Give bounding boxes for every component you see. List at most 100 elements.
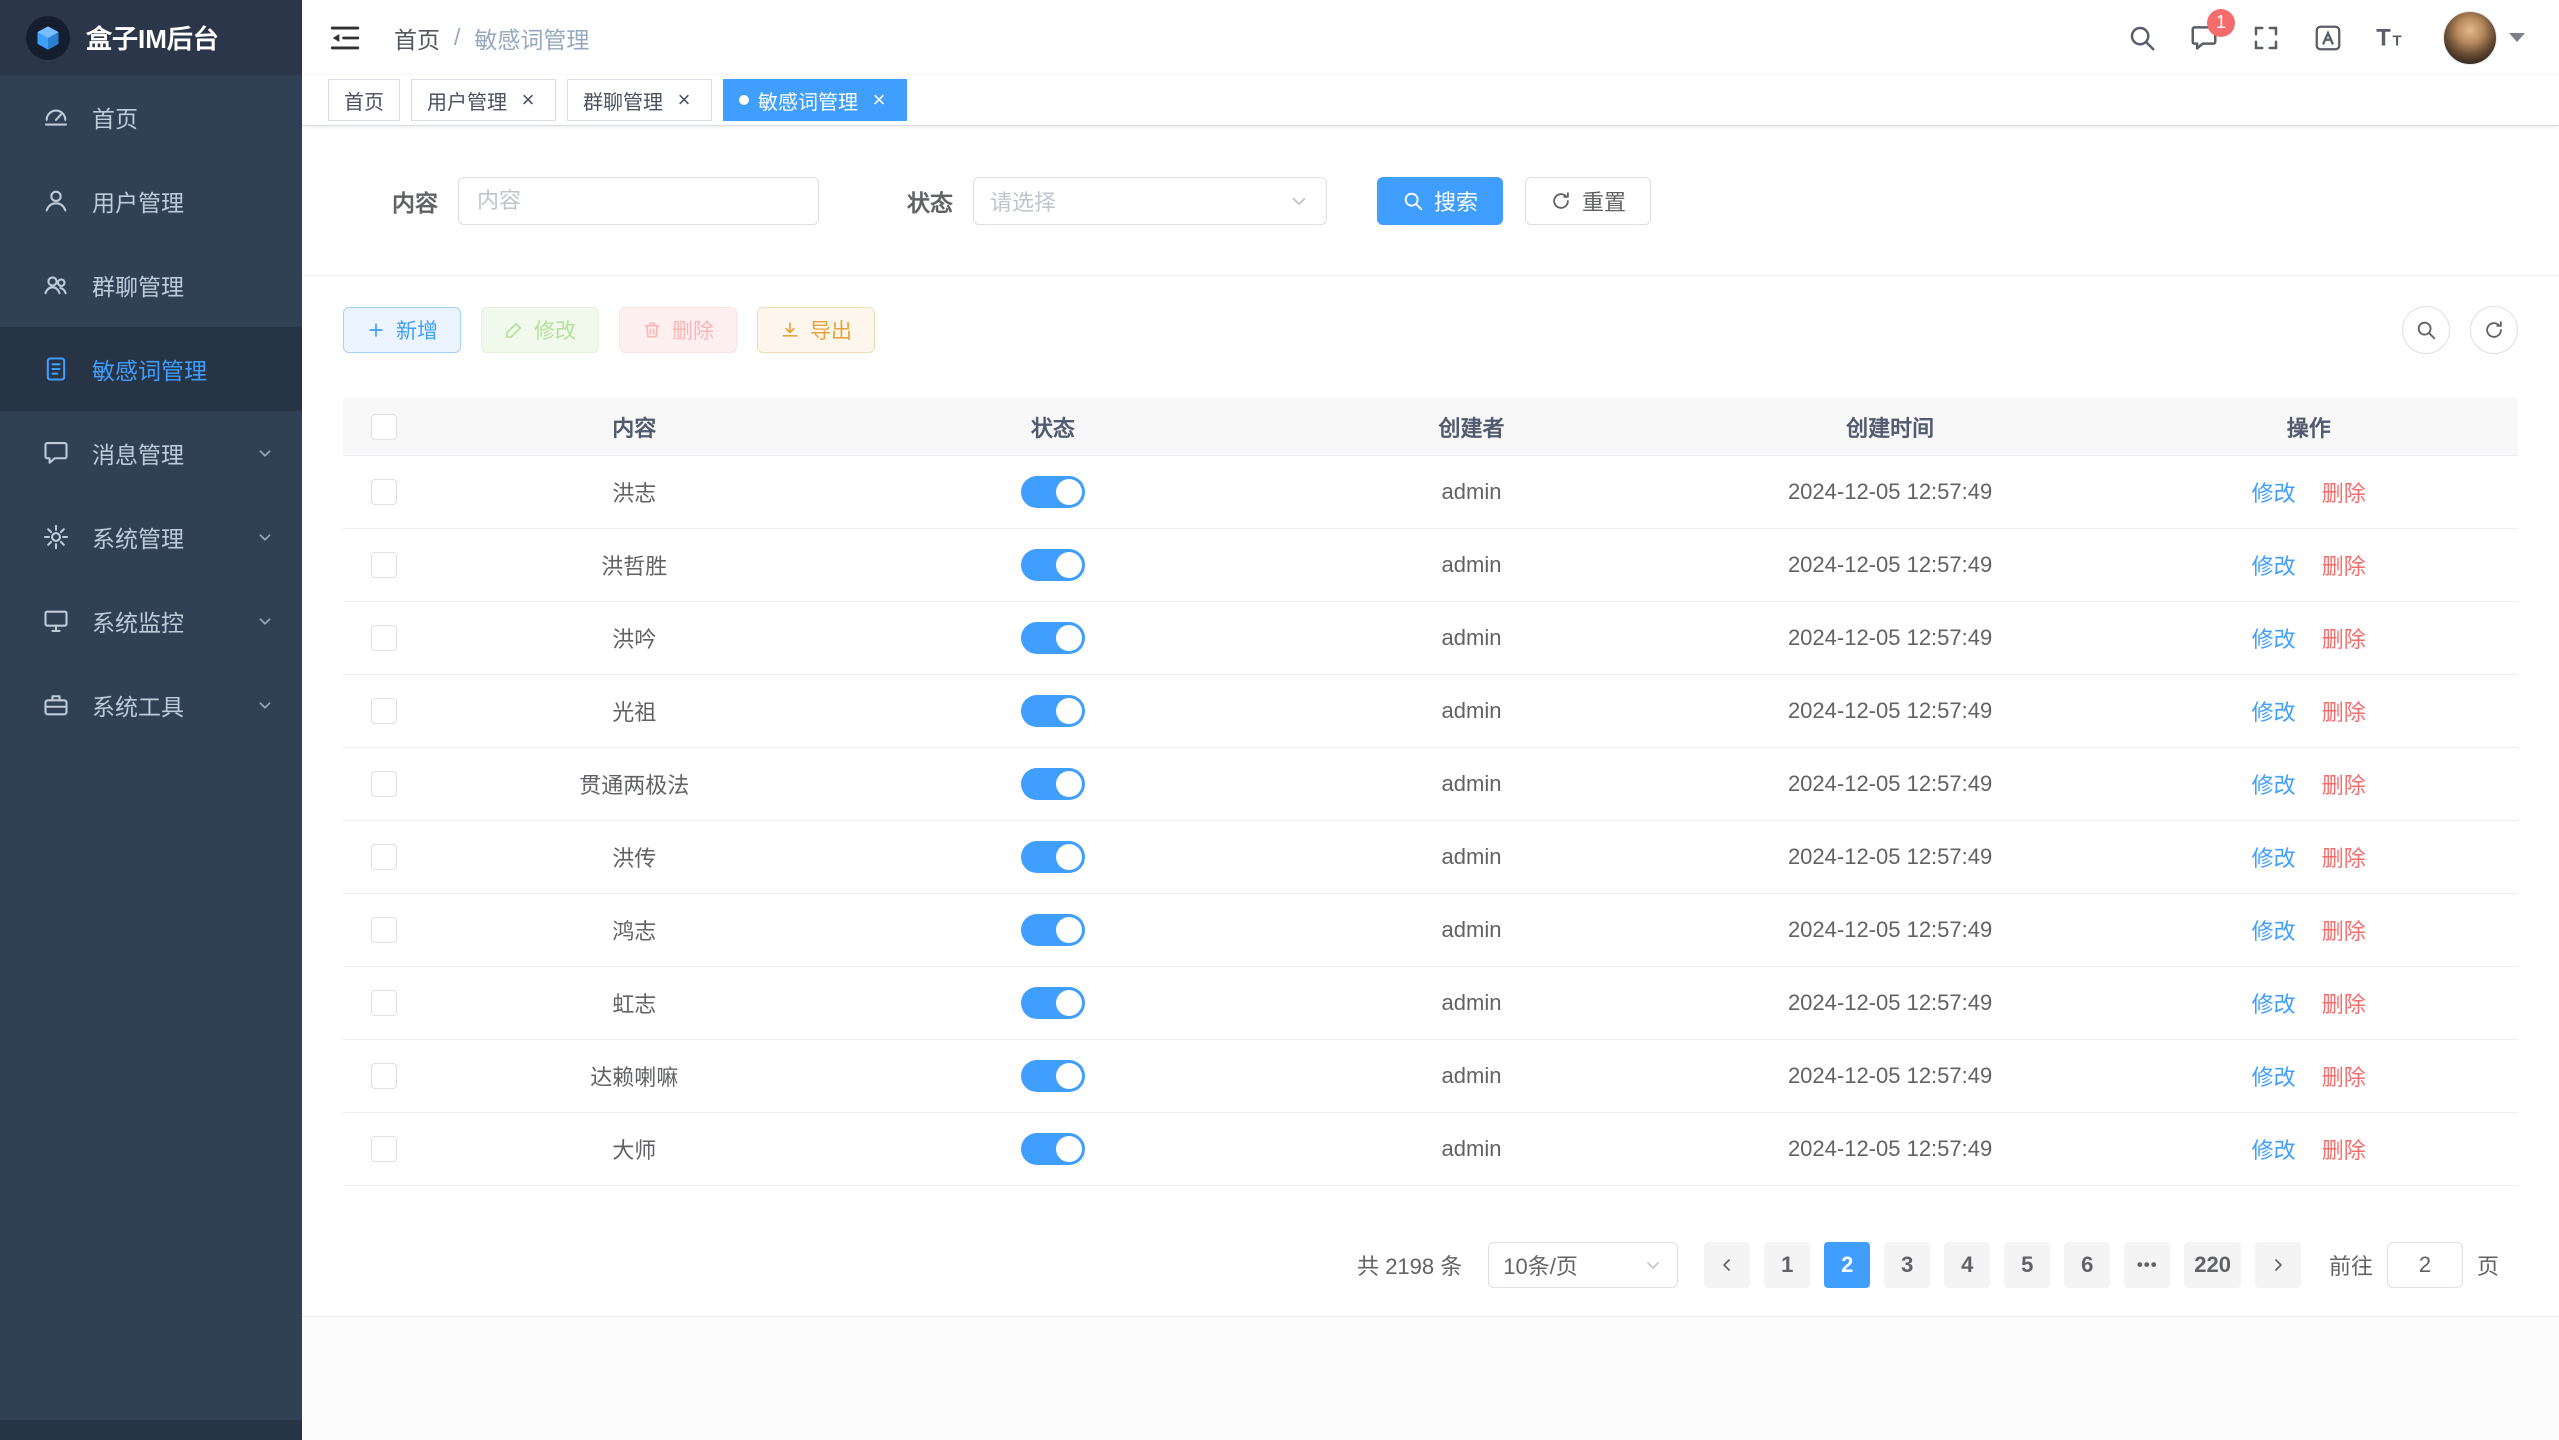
delete-button[interactable]: 删除 [619,307,737,353]
status-toggle[interactable] [1021,622,1085,654]
row-edit-link[interactable]: 修改 [2252,695,2296,727]
tab-sensitive-words[interactable]: 敏感词管理× [723,79,907,121]
status-toggle[interactable] [1021,914,1085,946]
status-toggle[interactable] [1021,476,1085,508]
row-edit-link[interactable]: 修改 [2252,476,2296,508]
goto-suffix: 页 [2477,1249,2499,1281]
sidebar-item-group-mgmt[interactable]: 群聊管理 [0,243,302,327]
app-logo: 盒子IM后台 [0,0,302,75]
status-toggle[interactable] [1021,768,1085,800]
avatar[interactable] [2443,11,2497,65]
row-edit-link[interactable]: 修改 [2252,987,2296,1019]
sidebar-collapse-icon[interactable] [328,21,362,55]
chevron-down-icon [254,526,276,548]
pager-prev-button[interactable] [1704,1242,1750,1288]
sidebar-item-sensitive-words[interactable]: 敏感词管理 [0,327,302,411]
row-delete-link[interactable]: 删除 [2322,987,2366,1019]
row-edit-link[interactable]: 修改 [2252,1133,2296,1165]
row-checkbox[interactable] [371,1136,397,1162]
content-filter-input[interactable] [458,177,819,225]
pager-page-2[interactable]: 2 [1824,1242,1870,1288]
row-edit-link[interactable]: 修改 [2252,768,2296,800]
tab-user-mgmt[interactable]: 用户管理× [411,79,556,121]
row-checkbox[interactable] [371,917,397,943]
sidebar-item-system-mgmt[interactable]: 系统管理 [0,495,302,579]
pager-page-6[interactable]: 6 [2064,1242,2110,1288]
font-size-icon[interactable]: TT [2375,23,2405,53]
edit-button[interactable]: 修改 [481,307,599,353]
sidebar-item-message-mgmt[interactable]: 消息管理 [0,411,302,495]
row-edit-link[interactable]: 修改 [2252,622,2296,654]
row-checkbox[interactable] [371,479,397,505]
row-edit-link[interactable]: 修改 [2252,914,2296,946]
pager-page-3[interactable]: 3 [1884,1242,1930,1288]
topbar: 首页 / 敏感词管理 1 TT [302,0,2559,75]
show-search-toggle-button[interactable] [2402,306,2450,354]
search-button[interactable]: 搜索 [1377,177,1503,225]
sidebar-item-system-monitor[interactable]: 系统监控 [0,579,302,663]
sidebar-item-user-mgmt[interactable]: 用户管理 [0,159,302,243]
status-toggle[interactable] [1021,841,1085,873]
row-checkbox[interactable] [371,698,397,724]
cell-content: 洪志 [425,476,844,508]
status-toggle[interactable] [1021,549,1085,581]
status-toggle[interactable] [1021,1060,1085,1092]
tab-close-icon[interactable]: × [672,88,696,112]
pager-page-4[interactable]: 4 [1944,1242,1990,1288]
select-all-checkbox[interactable] [371,414,397,440]
row-delete-link[interactable]: 删除 [2322,476,2366,508]
row-edit-link[interactable]: 修改 [2252,549,2296,581]
pager-page-1[interactable]: 1 [1764,1242,1810,1288]
sidebar-item-home[interactable]: 首页 [0,75,302,159]
row-delete-link[interactable]: 删除 [2322,1060,2366,1092]
row-checkbox[interactable] [371,771,397,797]
row-checkbox[interactable] [371,552,397,578]
pager-more-button[interactable]: ••• [2124,1242,2170,1288]
breadcrumb-home[interactable]: 首页 [394,21,440,55]
search-icon[interactable] [2127,23,2157,53]
user-menu[interactable] [2443,11,2525,65]
row-delete-link[interactable]: 删除 [2322,1133,2366,1165]
reset-button[interactable]: 重置 [1525,177,1651,225]
status-toggle[interactable] [1021,1133,1085,1165]
row-delete-link[interactable]: 删除 [2322,549,2366,581]
sidebar-item-label: 群聊管理 [92,268,276,302]
message-icon[interactable]: 1 [2189,23,2219,53]
pager-page-220[interactable]: 220 [2184,1242,2241,1288]
cell-created-at: 2024-12-05 12:57:49 [1681,1063,2100,1089]
row-delete-link[interactable]: 删除 [2322,841,2366,873]
pager-next-button[interactable] [2255,1242,2301,1288]
pager-page-5[interactable]: 5 [2004,1242,2050,1288]
tab-group-mgmt[interactable]: 群聊管理× [567,79,712,121]
row-edit-link[interactable]: 修改 [2252,1060,2296,1092]
language-icon[interactable] [2313,23,2343,53]
row-checkbox[interactable] [371,625,397,651]
status-filter-select[interactable]: 请选择 [973,177,1327,225]
status-toggle[interactable] [1021,987,1085,1019]
row-delete-link[interactable]: 删除 [2322,622,2366,654]
goto-page-input[interactable] [2387,1242,2463,1288]
pagination-total: 共 2198 条 [1357,1249,1462,1281]
cell-creator: admin [1262,625,1681,651]
toggle-knob [1056,844,1082,870]
add-button[interactable]: 新增 [343,307,461,353]
tab-close-icon[interactable]: × [516,88,540,112]
row-checkbox[interactable] [371,990,397,1016]
tab-home[interactable]: 首页 [328,79,400,121]
row-delete-link[interactable]: 删除 [2322,695,2366,727]
sidebar-item-system-tools[interactable]: 系统工具 [0,663,302,747]
status-toggle[interactable] [1021,695,1085,727]
table-row: 鸿志admin2024-12-05 12:57:49修改删除 [343,894,2518,967]
row-delete-link[interactable]: 删除 [2322,768,2366,800]
refresh-table-button[interactable] [2470,306,2518,354]
toggle-knob [1056,771,1082,797]
row-delete-link[interactable]: 删除 [2322,914,2366,946]
fullscreen-icon[interactable] [2251,23,2281,53]
row-checkbox[interactable] [371,844,397,870]
row-edit-link[interactable]: 修改 [2252,841,2296,873]
page-size-select[interactable]: 10条/页 [1488,1242,1678,1288]
tab-close-icon[interactable]: × [867,88,891,112]
export-button[interactable]: 导出 [757,307,875,353]
row-checkbox[interactable] [371,1063,397,1089]
column-header-content: 内容 [425,411,844,443]
